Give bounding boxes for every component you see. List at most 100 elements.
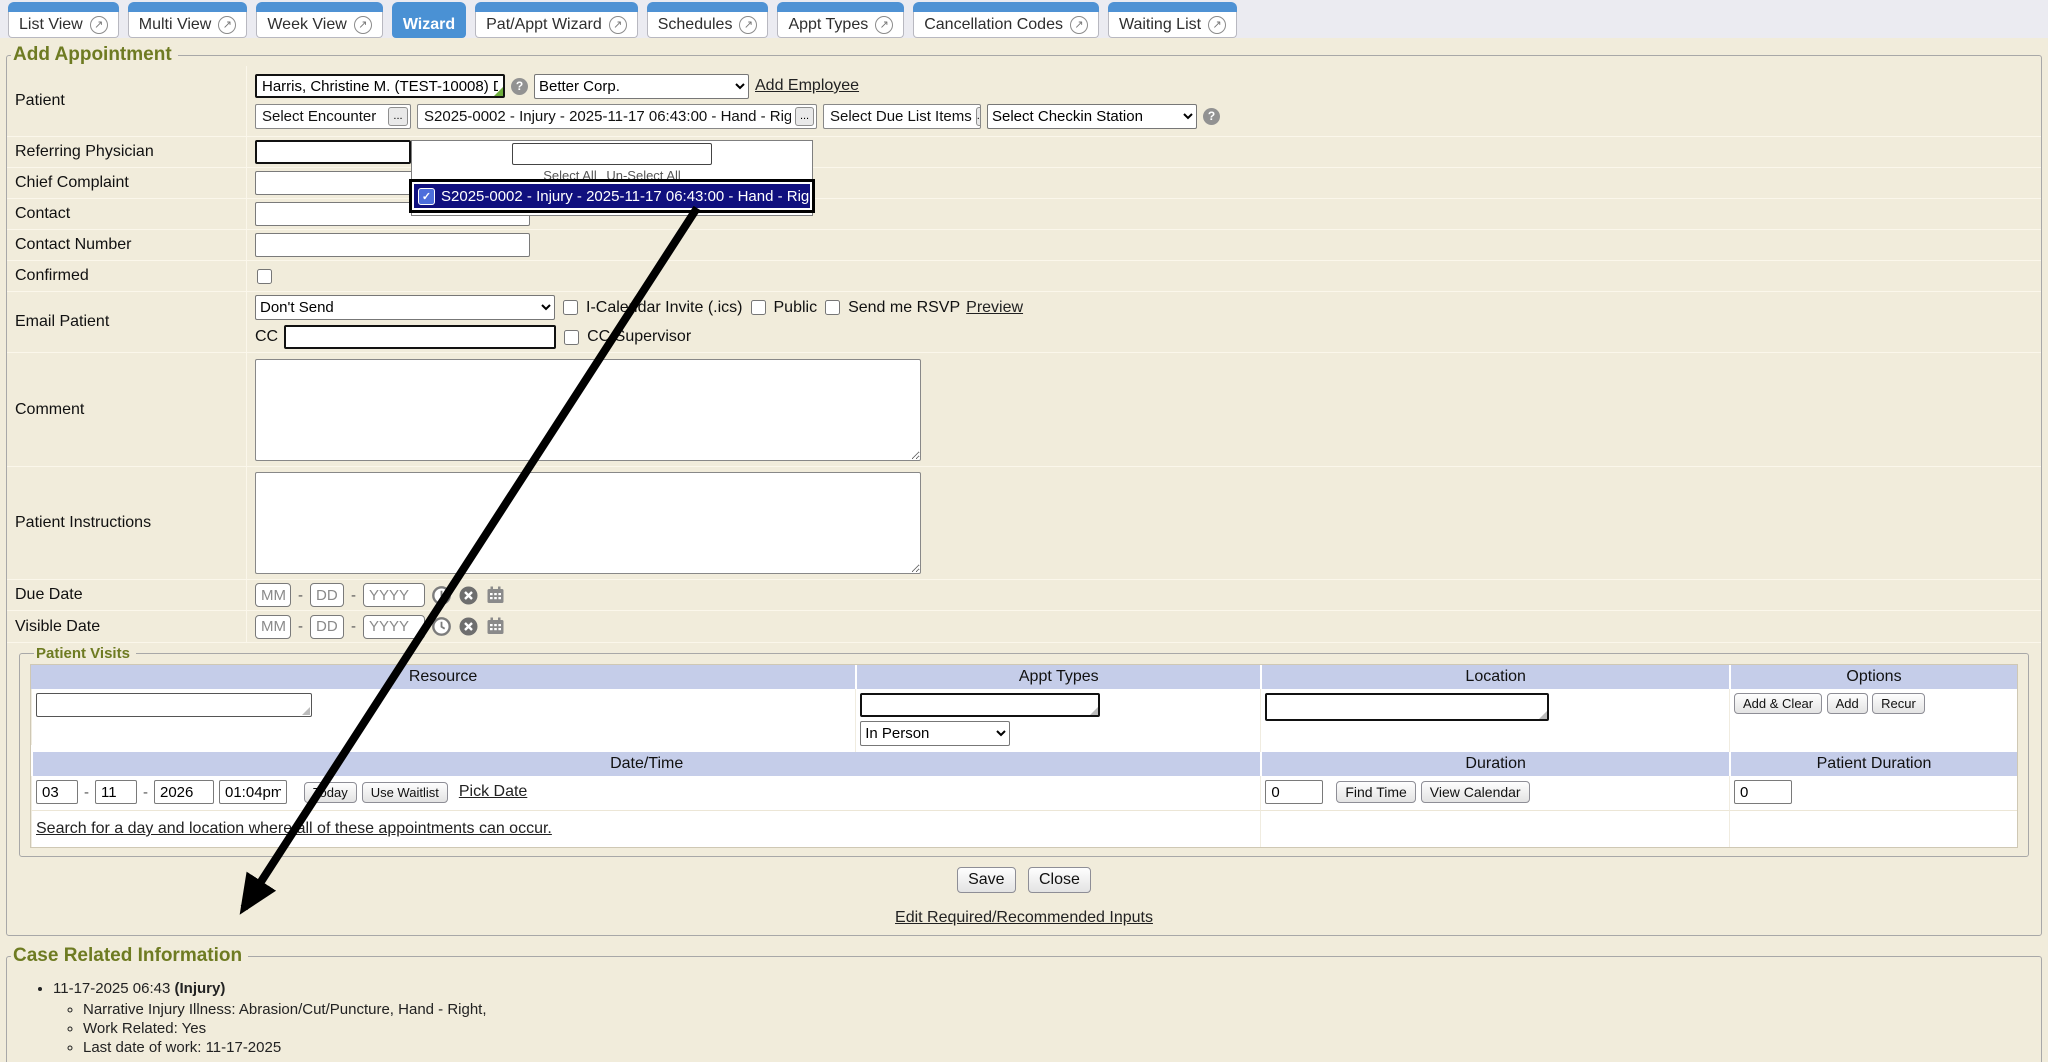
case-related-legend: Case Related Information bbox=[11, 945, 248, 967]
add-button[interactable]: Add bbox=[1827, 693, 1868, 714]
use-waitlist-button[interactable]: Use Waitlist bbox=[362, 782, 448, 803]
checkin-station-select[interactable]: Select Checkin Station bbox=[987, 104, 1197, 129]
clear-date-icon[interactable] bbox=[458, 616, 479, 637]
tab-accent-bar bbox=[647, 2, 769, 12]
due-month-input[interactable] bbox=[255, 583, 291, 607]
tab-list-view[interactable]: List View ↗ bbox=[8, 2, 119, 38]
find-time-button[interactable]: Find Time bbox=[1336, 781, 1415, 803]
patient-duration-input[interactable] bbox=[1734, 780, 1792, 804]
encounter-value-ellipsis-button[interactable]: ... bbox=[795, 107, 814, 126]
date-time-cell: - - Today Use Waitlist Pick Date bbox=[31, 776, 1260, 810]
duration-input[interactable] bbox=[1265, 780, 1323, 804]
recur-button[interactable]: Recur bbox=[1872, 693, 1925, 714]
tab-accent-bar bbox=[128, 2, 248, 12]
send-rsvp-label: Send me RSVP bbox=[848, 299, 960, 317]
open-new-window-icon[interactable]: ↗ bbox=[354, 16, 372, 34]
preview-link[interactable]: Preview bbox=[966, 299, 1023, 317]
due-day-input[interactable] bbox=[310, 583, 344, 607]
pick-date-link[interactable]: Pick Date bbox=[459, 783, 527, 801]
open-new-window-icon[interactable]: ↗ bbox=[739, 16, 757, 34]
view-calendar-button[interactable]: View Calendar bbox=[1421, 781, 1530, 803]
search-day-cell: Search for a day and location where all … bbox=[31, 810, 1260, 847]
tab-waiting-list[interactable]: Waiting List↗ bbox=[1108, 2, 1237, 38]
clock-icon[interactable] bbox=[431, 585, 452, 606]
tab-appt-types[interactable]: Appt Types↗ bbox=[777, 2, 904, 38]
calendar-icon[interactable] bbox=[485, 585, 506, 606]
encounter-option-selected[interactable]: ✓ S2025-0002 - Injury - 2025-11-17 06:43… bbox=[414, 184, 810, 208]
location-cell bbox=[1260, 689, 1729, 752]
visible-year-input[interactable] bbox=[363, 615, 425, 639]
edit-required-inputs-link[interactable]: Edit Required/Recommended Inputs bbox=[895, 909, 1153, 926]
due-list-picker[interactable]: Select Due List Items... bbox=[823, 104, 981, 129]
tab-schedules[interactable]: Schedules ↗ bbox=[647, 2, 769, 38]
tab-label: List View bbox=[19, 16, 83, 34]
open-new-window-icon[interactable]: ↗ bbox=[218, 16, 236, 34]
email-send-select[interactable]: Don't Send bbox=[255, 295, 555, 320]
resource-input[interactable] bbox=[36, 693, 312, 717]
add-and-clear-button[interactable]: Add & Clear bbox=[1734, 693, 1822, 714]
ical-invite-checkbox[interactable] bbox=[563, 300, 578, 315]
tab-label: Schedules bbox=[658, 16, 733, 34]
help-icon[interactable]: ? bbox=[1203, 108, 1220, 125]
add-employee-link[interactable]: Add Employee bbox=[755, 77, 859, 95]
visit-time-input[interactable] bbox=[219, 780, 287, 804]
encounter-value-text: S2025-0002 - Injury - 2025-11-17 06:43:0… bbox=[424, 108, 791, 125]
appt-types-input[interactable] bbox=[860, 693, 1100, 717]
patient-search-input[interactable] bbox=[255, 74, 505, 98]
location-input[interactable] bbox=[1265, 693, 1549, 721]
confirmed-checkbox[interactable] bbox=[257, 269, 272, 284]
cc-supervisor-checkbox[interactable] bbox=[564, 330, 579, 345]
help-icon[interactable]: ? bbox=[511, 78, 528, 95]
top-tab-bar: List View ↗ Multi View ↗ Week View↗ Wizard… bbox=[0, 0, 2048, 38]
select-encounter-picker[interactable]: Select Encounter... bbox=[255, 104, 411, 129]
resize-corner bbox=[302, 707, 310, 715]
visible-month-input[interactable] bbox=[255, 615, 291, 639]
visit-month-input[interactable] bbox=[36, 780, 78, 804]
public-label: Public bbox=[774, 299, 818, 317]
visible-day-input[interactable] bbox=[310, 615, 344, 639]
tab-cancellation-codes[interactable]: Cancellation Codes↗ bbox=[913, 2, 1099, 38]
send-rsvp-checkbox[interactable] bbox=[825, 300, 840, 315]
close-button[interactable]: Close bbox=[1028, 867, 1091, 893]
encounter-search-input[interactable] bbox=[512, 143, 712, 165]
clock-icon[interactable] bbox=[431, 616, 452, 637]
duration-header: Duration bbox=[1260, 752, 1729, 776]
encounter-value-box[interactable]: S2025-0002 - Injury - 2025-11-17 06:43:0… bbox=[417, 104, 817, 129]
tab-week-view[interactable]: Week View↗ bbox=[256, 2, 382, 38]
due-list-ellipsis-button[interactable]: ... bbox=[976, 107, 981, 126]
comment-row: Comment bbox=[7, 353, 2041, 467]
clear-date-icon[interactable] bbox=[458, 585, 479, 606]
open-new-window-icon[interactable]: ↗ bbox=[1070, 16, 1088, 34]
referring-physician-input[interactable] bbox=[255, 140, 411, 164]
visit-year-input[interactable] bbox=[154, 780, 214, 804]
open-new-window-icon[interactable]: ↗ bbox=[90, 16, 108, 34]
visit-day-input[interactable] bbox=[95, 780, 137, 804]
due-year-input[interactable] bbox=[363, 583, 425, 607]
checked-checkbox-icon[interactable]: ✓ bbox=[418, 188, 435, 205]
search-day-location-link[interactable]: Search for a day and location where all … bbox=[36, 820, 552, 837]
encounter-ellipsis-button[interactable]: ... bbox=[388, 107, 408, 126]
patient-instructions-textarea[interactable] bbox=[255, 472, 921, 574]
tab-multi-view[interactable]: Multi View ↗ bbox=[128, 2, 248, 38]
employer-select[interactable]: Better Corp. bbox=[534, 74, 749, 99]
patient-visits-fieldset: Patient Visits Resource Appt Types Locat… bbox=[19, 645, 2029, 857]
patient-instructions-label: Patient Instructions bbox=[7, 467, 247, 579]
today-button[interactable]: Today bbox=[304, 782, 357, 803]
appt-mode-select[interactable]: In Person bbox=[860, 721, 1010, 746]
open-new-window-icon[interactable]: ↗ bbox=[875, 16, 893, 34]
patient-visits-legend: Patient Visits bbox=[34, 645, 136, 662]
tab-label: Multi View bbox=[139, 16, 212, 34]
case-detail-item: Last date of work: 11-17-2025 bbox=[83, 1038, 2041, 1057]
tab-pat-appt-wizard[interactable]: Pat/Appt Wizard↗ bbox=[475, 2, 638, 38]
date-dash: - bbox=[351, 587, 356, 604]
public-checkbox[interactable] bbox=[751, 300, 766, 315]
calendar-icon[interactable] bbox=[485, 616, 506, 637]
cc-input[interactable] bbox=[284, 325, 556, 349]
save-button[interactable]: Save bbox=[957, 867, 1015, 893]
comment-textarea[interactable] bbox=[255, 359, 921, 461]
open-new-window-icon[interactable]: ↗ bbox=[1208, 16, 1226, 34]
tab-accent-bar bbox=[777, 2, 904, 12]
open-new-window-icon[interactable]: ↗ bbox=[609, 16, 627, 34]
tab-wizard-active[interactable]: Wizard bbox=[392, 2, 466, 38]
contact-number-input[interactable] bbox=[255, 233, 530, 257]
